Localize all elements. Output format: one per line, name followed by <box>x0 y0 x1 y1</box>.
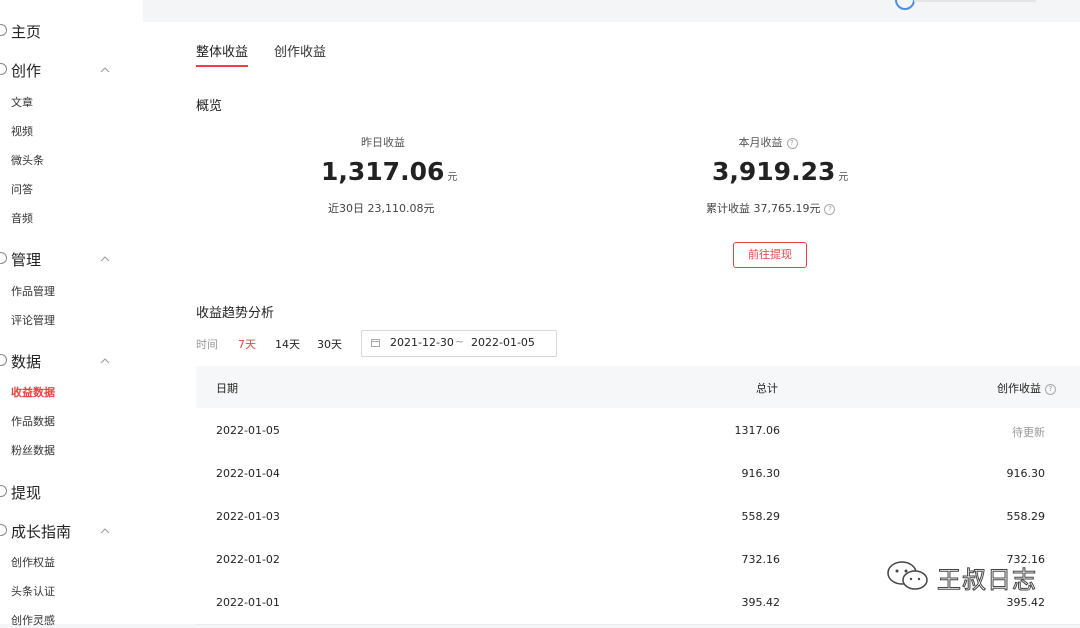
chevron-up-icon[interactable] <box>100 254 110 264</box>
home-icon <box>0 24 7 36</box>
date-range-picker[interactable]: 2021-12-30 ~ 2022-01-05 <box>361 330 557 357</box>
cell-total: 558.29 <box>741 510 781 523</box>
date-separator: ~ <box>455 335 465 348</box>
withdraw-button[interactable]: 前往提现 <box>733 242 807 268</box>
cell-creation-earnings: 待更新 <box>1012 426 1045 439</box>
watermark-text: 王叔日志 <box>937 566 1037 595</box>
withdraw-icon <box>0 485 7 497</box>
cell-creation-earnings: 916.30 <box>1006 467 1046 480</box>
cell-date: 2022-01-04 <box>216 467 280 480</box>
sidebar-item-works-manage[interactable]: 作品管理 <box>11 283 55 299</box>
sidebar-item-verification[interactable]: 头条认证 <box>11 583 55 599</box>
chevron-up-icon[interactable] <box>100 356 110 366</box>
table-row: 2022-01-05 1317.06 待更新 <box>196 409 1080 453</box>
column-date: 日期 <box>216 382 238 395</box>
sidebar-item-fans-data[interactable]: 粉丝数据 <box>11 442 55 458</box>
cell-total: 732.16 <box>741 553 781 566</box>
main-panel: 整体收益 创作收益 概览 昨日收益 1,317.06 元 近30日 23,110.… <box>143 22 1080 625</box>
sidebar-section-data[interactable]: 数据 <box>0 349 143 373</box>
sidebar-item-withdraw[interactable]: 提现 <box>0 480 143 504</box>
help-icon[interactable]: ? <box>1045 383 1056 395</box>
column-creation-earnings: 创作收益? <box>997 380 1056 396</box>
sidebar-item-micro-posts[interactable]: 微头条 <box>11 152 44 168</box>
total-earnings: 累计收益 37,765.19元? <box>706 200 836 216</box>
help-icon[interactable]: ? <box>824 203 836 215</box>
month-earnings-label: 本月收益? <box>723 134 813 150</box>
time-label: 时间 <box>196 338 218 351</box>
chevron-up-icon[interactable] <box>100 65 110 75</box>
trend-heading: 收益趋势分析 <box>196 306 275 321</box>
top-avatar-fragment <box>895 0 915 10</box>
sidebar: 主页 创作 文章 视频 微头条 问答 音频 管理 作品管理 评论管理 数据 收益… <box>0 0 143 627</box>
create-icon <box>0 63 7 75</box>
date-to: 2022-01-05 <box>471 336 535 349</box>
month-earnings-value: 3,919.23 元 <box>712 157 849 186</box>
watermark: 王叔日志 <box>875 556 1055 596</box>
last-30-days-earnings: 近30日 23,110.08元 <box>328 202 435 215</box>
tab-creation-earnings[interactable]: 创作收益 <box>274 41 326 60</box>
table-row: 2022-01-04 916.30 916.30 <box>196 452 1080 496</box>
table-row: 2022-01-03 558.29 558.29 <box>196 495 1080 539</box>
chevron-up-icon[interactable] <box>100 526 110 536</box>
help-icon[interactable]: ? <box>786 137 798 149</box>
sidebar-item-works-data[interactable]: 作品数据 <box>11 413 55 429</box>
sidebar-item-earnings-data[interactable]: 收益数据 <box>11 384 55 400</box>
cell-date: 2022-01-03 <box>216 510 280 523</box>
sidebar-section-create[interactable]: 创作 <box>0 58 143 82</box>
yesterday-earnings-label: 昨日收益 <box>361 136 405 149</box>
sidebar-item-creator-rights[interactable]: 创作权益 <box>11 554 55 570</box>
sidebar-item-audio[interactable]: 音频 <box>11 210 33 226</box>
cell-total: 916.30 <box>741 467 781 480</box>
sidebar-section-growth[interactable]: 成长指南 <box>0 519 143 543</box>
cell-date: 2022-01-02 <box>216 553 280 566</box>
range-7-days[interactable]: 7天 <box>238 336 256 352</box>
sidebar-item-videos[interactable]: 视频 <box>11 123 33 139</box>
table-header: 日期 总计 创作收益? <box>196 366 1080 408</box>
data-icon <box>0 354 7 366</box>
calendar-icon <box>371 339 380 347</box>
cell-total: 395.42 <box>741 596 781 609</box>
sidebar-section-manage[interactable]: 管理 <box>0 247 143 271</box>
tab-overall-earnings[interactable]: 整体收益 <box>196 41 248 60</box>
active-tab-indicator <box>196 65 248 67</box>
column-total: 总计 <box>756 382 778 395</box>
cell-date: 2022-01-01 <box>216 596 280 609</box>
yesterday-earnings-value: 1,317.06 元 <box>321 157 458 186</box>
top-bar-fragment <box>914 0 1036 2</box>
cell-date: 2022-01-05 <box>216 424 280 437</box>
range-30-days[interactable]: 30天 <box>317 336 342 352</box>
range-14-days[interactable]: 14天 <box>275 336 300 352</box>
wechat-icon <box>887 561 928 590</box>
sidebar-item-articles[interactable]: 文章 <box>11 94 33 110</box>
sidebar-item-home[interactable]: 主页 <box>0 19 143 43</box>
overview-heading: 概览 <box>196 99 223 114</box>
growth-icon <box>0 524 7 536</box>
cell-creation-earnings: 558.29 <box>1006 510 1046 523</box>
cell-total: 1317.06 <box>734 424 781 437</box>
sidebar-item-qa[interactable]: 问答 <box>11 181 33 197</box>
manage-icon <box>0 252 7 264</box>
cell-creation-earnings: 395.42 <box>1006 596 1046 609</box>
date-from: 2021-12-30 <box>390 336 454 349</box>
sidebar-item-inspiration[interactable]: 创作灵感 <box>11 612 55 628</box>
sidebar-item-comments-manage[interactable]: 评论管理 <box>11 312 55 328</box>
